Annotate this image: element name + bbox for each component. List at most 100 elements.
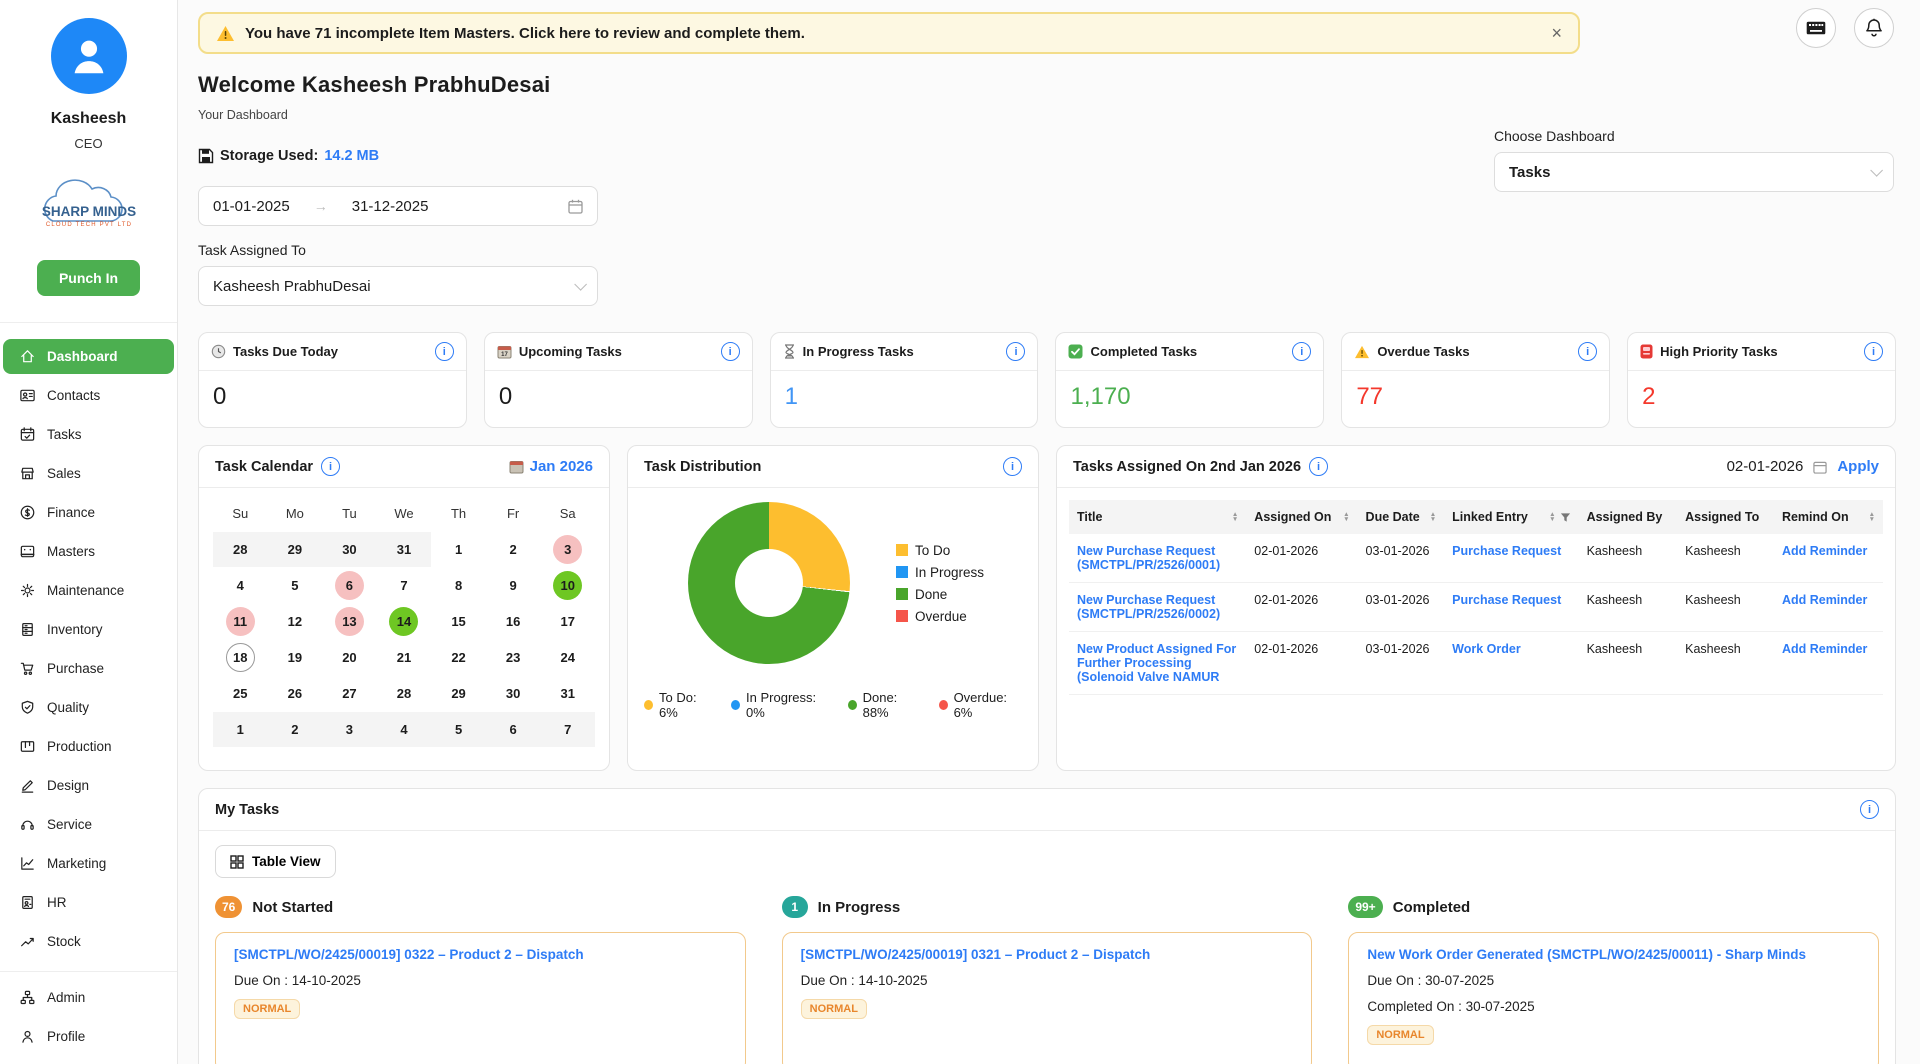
sort-icon[interactable]: ▲▼ <box>1549 512 1555 522</box>
sidebar-item-dashboard[interactable]: Dashboard <box>3 339 174 374</box>
info-icon[interactable]: i <box>1578 342 1597 361</box>
calendar-day[interactable]: 25 <box>213 676 268 711</box>
sidebar-item-sales[interactable]: Sales <box>3 456 174 491</box>
calendar-day[interactable]: 27 <box>322 676 377 711</box>
filter-icon[interactable] <box>1560 512 1571 523</box>
calendar-day[interactable]: 13 <box>322 604 377 639</box>
task-assigned-select[interactable]: Kasheesh PrabhuDesai <box>198 266 598 306</box>
date-range-picker[interactable]: 01-01-2025 → 31-12-2025 <box>198 186 598 226</box>
calendar-month-selector[interactable]: Jan 2026 <box>509 458 593 475</box>
calendar-day[interactable]: 29 <box>431 676 486 711</box>
sort-icon[interactable]: ▲▼ <box>1343 512 1349 522</box>
task-card[interactable]: [SMCTPL/WO/2425/00019] 0322 – Product 2 … <box>215 932 746 1064</box>
task-card-title[interactable]: [SMCTPL/WO/2425/00019] 0321 – Product 2 … <box>801 947 1294 962</box>
column-header-linked-entry[interactable]: Linked Entry▲▼ <box>1444 500 1578 534</box>
task-card-title[interactable]: [SMCTPL/WO/2425/00019] 0322 – Product 2 … <box>234 947 727 962</box>
sidebar-item-design[interactable]: Design <box>3 768 174 803</box>
calendar-day[interactable]: 3 <box>322 712 377 747</box>
column-header-assigned-on[interactable]: Assigned On▲▼ <box>1246 500 1357 534</box>
sort-icon[interactable]: ▲▼ <box>1232 512 1238 522</box>
info-icon[interactable]: i <box>1006 342 1025 361</box>
calendar-day[interactable]: 14 <box>377 604 432 639</box>
calendar-day[interactable]: 6 <box>322 568 377 603</box>
task-card-title[interactable]: New Work Order Generated (SMCTPL/WO/2425… <box>1367 947 1860 962</box>
calendar-day[interactable]: 17 <box>540 604 595 639</box>
sidebar-item-admin[interactable]: Admin <box>3 980 174 1015</box>
calendar-day[interactable]: 21 <box>377 640 432 675</box>
calendar-day[interactable]: 1 <box>431 532 486 567</box>
calendar-day[interactable]: 30 <box>486 676 541 711</box>
calendar-day[interactable]: 20 <box>322 640 377 675</box>
calendar-icon[interactable] <box>1813 460 1827 474</box>
add-reminder-link[interactable]: Add Reminder <box>1774 632 1883 695</box>
task-title-link[interactable]: New Product Assigned For Further Process… <box>1069 632 1246 695</box>
info-icon[interactable]: i <box>1309 457 1328 476</box>
calendar-day[interactable]: 4 <box>377 712 432 747</box>
calendar-day[interactable]: 11 <box>213 604 268 639</box>
info-icon[interactable]: i <box>1003 457 1022 476</box>
sort-icon[interactable]: ▲▼ <box>1430 512 1436 522</box>
calendar-day[interactable]: 19 <box>268 640 323 675</box>
alert-banner[interactable]: You have 71 incomplete Item Masters. Cli… <box>198 12 1580 54</box>
calendar-day[interactable]: 2 <box>268 712 323 747</box>
calendar-day[interactable]: 26 <box>268 676 323 711</box>
sidebar-item-marketing[interactable]: Marketing <box>3 846 174 881</box>
calendar-day[interactable]: 5 <box>268 568 323 603</box>
sort-icon[interactable]: ▲▼ <box>1869 512 1875 522</box>
calendar-day[interactable]: 7 <box>377 568 432 603</box>
calendar-day[interactable]: 9 <box>486 568 541 603</box>
punch-in-button[interactable]: Punch In <box>37 260 140 296</box>
sidebar-item-stock[interactable]: Stock <box>3 924 174 959</box>
date-from-input[interactable]: 01-01-2025 <box>213 198 290 215</box>
sidebar-item-hr[interactable]: HR <box>3 885 174 920</box>
calendar-day[interactable]: 8 <box>431 568 486 603</box>
linked-entry-link[interactable]: Work Order <box>1444 632 1578 695</box>
calendar-day[interactable]: 28 <box>377 676 432 711</box>
column-header-assigned-by[interactable]: Assigned By <box>1579 500 1678 534</box>
column-header-due-date[interactable]: Due Date▲▼ <box>1358 500 1445 534</box>
info-icon[interactable]: i <box>321 457 340 476</box>
calendar-day[interactable]: 16 <box>486 604 541 639</box>
table-date-input[interactable]: 02-01-2026 <box>1727 458 1804 475</box>
info-icon[interactable]: i <box>435 342 454 361</box>
info-icon[interactable]: i <box>1864 342 1883 361</box>
task-title-link[interactable]: New Purchase Request (SMCTPL/PR/2526/000… <box>1069 534 1246 583</box>
sidebar-item-purchase[interactable]: Purchase <box>3 651 174 686</box>
calendar-day[interactable]: 24 <box>540 640 595 675</box>
sidebar-item-maintenance[interactable]: Maintenance <box>3 573 174 608</box>
sidebar-item-inventory[interactable]: Inventory <box>3 612 174 647</box>
sidebar-item-contacts[interactable]: Contacts <box>3 378 174 413</box>
date-to-input[interactable]: 31-12-2025 <box>352 198 429 215</box>
dashboard-select[interactable]: Tasks <box>1494 152 1894 192</box>
avatar[interactable] <box>51 18 127 94</box>
add-reminder-link[interactable]: Add Reminder <box>1774 534 1883 583</box>
linked-entry-link[interactable]: Purchase Request <box>1444 534 1578 583</box>
info-icon[interactable]: i <box>1292 342 1311 361</box>
calendar-day[interactable]: 3 <box>540 532 595 567</box>
apply-button[interactable]: Apply <box>1837 458 1879 475</box>
task-card[interactable]: New Work Order Generated (SMCTPL/WO/2425… <box>1348 932 1879 1064</box>
sidebar-item-service[interactable]: Service <box>3 807 174 842</box>
column-header-remind-on[interactable]: Remind On▲▼ <box>1774 500 1883 534</box>
calendar-day[interactable]: 31 <box>540 676 595 711</box>
calendar-day[interactable]: 23 <box>486 640 541 675</box>
calendar-day[interactable]: 18 <box>213 640 268 675</box>
keyboard-shortcuts-button[interactable] <box>1796 8 1836 48</box>
donut-chart[interactable] <box>688 502 850 664</box>
sidebar-item-profile[interactable]: Profile <box>3 1019 174 1054</box>
info-icon[interactable]: i <box>721 342 740 361</box>
calendar-day[interactable]: 10 <box>540 568 595 603</box>
sidebar-item-quality[interactable]: Quality <box>3 690 174 725</box>
task-card[interactable]: [SMCTPL/WO/2425/00019] 0321 – Product 2 … <box>782 932 1313 1064</box>
calendar-day[interactable]: 4 <box>213 568 268 603</box>
calendar-day[interactable]: 28 <box>213 532 268 567</box>
sidebar-item-masters[interactable]: Masters <box>3 534 174 569</box>
calendar-day[interactable]: 31 <box>377 532 432 567</box>
calendar-day[interactable]: 15 <box>431 604 486 639</box>
sidebar-item-finance[interactable]: Finance <box>3 495 174 530</box>
alert-close-icon[interactable]: × <box>1551 24 1562 42</box>
calendar-day[interactable]: 22 <box>431 640 486 675</box>
notifications-button[interactable] <box>1854 8 1894 48</box>
add-reminder-link[interactable]: Add Reminder <box>1774 583 1883 632</box>
sidebar-item-tasks[interactable]: Tasks <box>3 417 174 452</box>
